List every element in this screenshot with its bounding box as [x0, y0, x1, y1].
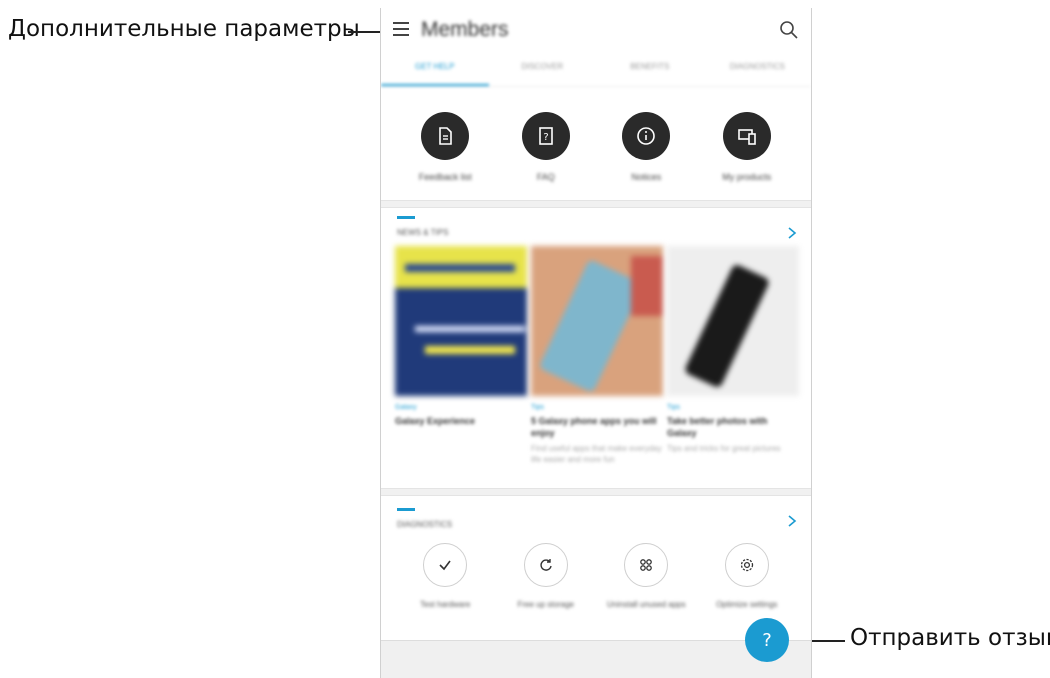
diagnostic-label: Uninstall unused apps	[606, 600, 686, 609]
diagnostic-optimize-settings[interactable]: Optimize settings	[702, 543, 792, 633]
info-icon	[622, 112, 671, 160]
quick-action-label: My products	[722, 172, 772, 182]
search-icon[interactable]	[779, 20, 799, 40]
news-card[interactable]: Tips 5 Galaxy phone apps you will enjoy …	[531, 246, 663, 486]
help-book-icon: ?	[521, 112, 570, 160]
quick-action-notices[interactable]: Notices	[601, 108, 691, 198]
card-title: Take better photos with Galaxy	[667, 416, 768, 438]
news-section-title: News & tips	[397, 228, 449, 237]
checkmark-icon	[423, 543, 468, 587]
news-card[interactable]: Tips Take better photos with Galaxy Tips…	[667, 246, 799, 486]
news-cards: Galaxy Galaxy Experience Tips 5 Galaxy p…	[395, 246, 799, 486]
refresh-icon	[523, 543, 568, 587]
chevron-right-icon[interactable]	[787, 226, 797, 240]
card-image	[667, 246, 799, 396]
quick-action-label: FAQ	[536, 172, 555, 182]
card-category: Galaxy	[395, 404, 417, 411]
question-mark-icon: ?	[762, 629, 772, 651]
feedback-fab-button[interactable]: ?	[745, 618, 789, 662]
apps-grid-icon	[624, 543, 669, 587]
diagnostic-free-storage[interactable]: Free up storage	[501, 543, 591, 633]
quick-action-products[interactable]: My products	[702, 108, 792, 198]
top-bar: Members	[381, 8, 811, 52]
diagnostic-label: Free up storage	[517, 600, 574, 609]
svg-text:?: ?	[543, 132, 548, 143]
card-description: Find useful apps that make everyday life…	[531, 444, 662, 464]
devices-icon	[722, 112, 771, 160]
quick-action-faq[interactable]: ? FAQ	[501, 108, 591, 198]
section-divider	[381, 200, 811, 208]
quick-actions: Feedback list ? FAQ Notices My products	[381, 108, 811, 198]
section-accent-mark	[397, 216, 415, 219]
callout-more-options: Дополнительные параметры	[8, 16, 360, 42]
quick-action-feedback[interactable]: Feedback list	[400, 108, 490, 198]
document-icon	[421, 112, 470, 160]
hamburger-menu-icon[interactable]	[393, 22, 409, 36]
section-accent-mark	[397, 508, 415, 511]
tab-get-help[interactable]: Get help	[381, 52, 489, 86]
quick-action-label: Feedback list	[418, 172, 472, 182]
app-title: Members	[421, 18, 509, 41]
card-image	[395, 246, 527, 396]
diagnostic-label: Test hardware	[420, 600, 471, 609]
section-divider	[381, 488, 811, 496]
callout-send-feedback: Отправить отзыв	[850, 625, 1050, 651]
tab-bar: Get help Discover Benefits Diagnostics	[381, 52, 811, 87]
card-title: 5 Galaxy phone apps you will enjoy	[531, 416, 657, 438]
quick-action-label: Notices	[631, 172, 662, 182]
diagnostic-test-hardware[interactable]: Test hardware	[400, 543, 490, 633]
chevron-right-icon[interactable]	[787, 514, 797, 528]
tab-diagnostics[interactable]: Diagnostics	[704, 52, 812, 86]
card-category: Tips	[531, 404, 544, 411]
news-card[interactable]: Galaxy Galaxy Experience	[395, 246, 527, 486]
diagnostics-options: Test hardware Free up storage Uninstall …	[381, 543, 811, 633]
diagnostic-label: Optimize settings	[716, 600, 778, 609]
phone-screen: Members Get help Discover Benefits Diagn…	[380, 8, 812, 678]
card-description: Tips and tricks for great pictures	[667, 444, 781, 453]
tab-benefits[interactable]: Benefits	[596, 52, 704, 86]
gear-icon	[724, 543, 769, 587]
card-title: Galaxy Experience	[395, 416, 476, 426]
diagnostic-uninstall-apps[interactable]: Uninstall unused apps	[601, 543, 691, 633]
card-image	[531, 246, 663, 396]
card-category: Tips	[667, 404, 680, 411]
diagnostics-section-title: Diagnostics	[397, 520, 453, 529]
tab-discover[interactable]: Discover	[489, 52, 597, 86]
